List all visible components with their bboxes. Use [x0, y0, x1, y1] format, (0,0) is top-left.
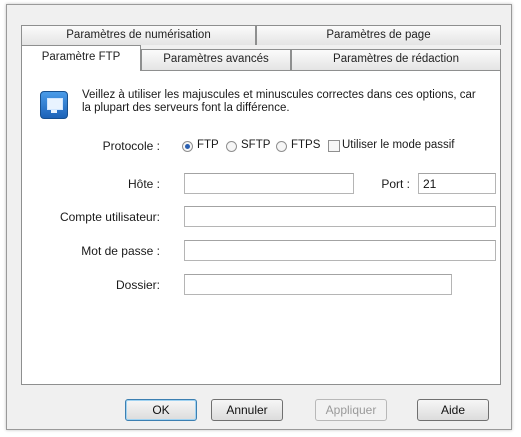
port-label: Port :: [381, 177, 410, 191]
tab-ftp-settings[interactable]: Paramètre FTP: [21, 45, 141, 71]
info-message: Veillez à utiliser les majuscules et min…: [82, 89, 476, 114]
ftp-settings-panel: Veillez à utiliser les majuscules et min…: [21, 70, 501, 385]
port-input[interactable]: [418, 173, 496, 194]
radio-ftps-label: FTPS: [291, 139, 321, 151]
radio-ftp[interactable]: [182, 141, 193, 152]
ftp-settings-dialog: Paramètres de numérisation Paramètres de…: [6, 4, 512, 430]
tab-advanced-settings[interactable]: Paramètres avancés: [141, 49, 291, 70]
folder-input[interactable]: [184, 274, 452, 295]
radio-ftps[interactable]: [276, 141, 287, 152]
folder-label: Dossier:: [115, 278, 160, 292]
account-label: Compte utilisateur:: [59, 210, 160, 224]
radio-sftp-label: SFTP: [241, 139, 271, 151]
tab-redaction-settings[interactable]: Paramètres de rédaction: [291, 49, 501, 70]
tab-scan-settings[interactable]: Paramètres de numérisation: [21, 25, 256, 45]
account-input[interactable]: [184, 206, 496, 227]
apply-button[interactable]: Appliquer: [315, 399, 387, 421]
radio-ftp-label: FTP: [197, 139, 219, 151]
password-input[interactable]: [184, 240, 496, 261]
protocol-label: Protocole :: [102, 139, 160, 153]
passive-mode-label: Utiliser le mode passif: [342, 139, 455, 151]
tab-page-settings[interactable]: Paramètres de page: [256, 25, 501, 45]
radio-sftp[interactable]: [226, 141, 237, 152]
host-label: Hôte :: [127, 177, 160, 191]
cancel-button[interactable]: Annuler: [211, 399, 283, 421]
monitor-info-icon: [40, 91, 68, 119]
ok-button[interactable]: OK: [125, 399, 197, 421]
passive-mode-checkbox[interactable]: [328, 140, 340, 152]
host-input[interactable]: [184, 173, 354, 194]
help-button[interactable]: Aide: [417, 399, 489, 421]
password-label: Mot de passe :: [81, 244, 160, 258]
